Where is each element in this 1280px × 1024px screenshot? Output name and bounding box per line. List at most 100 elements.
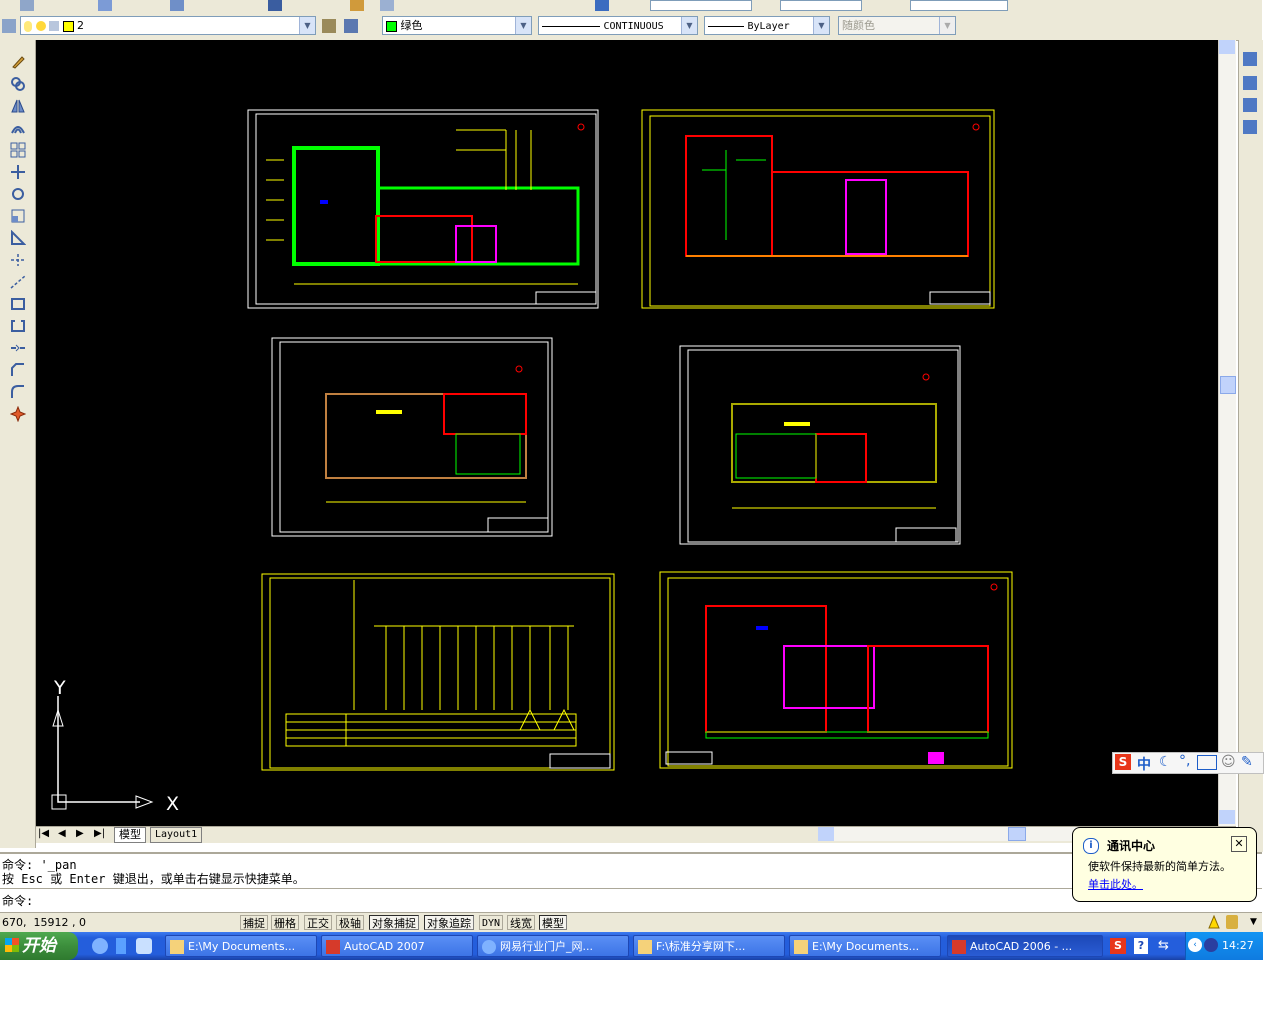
- network-icon[interactable]: ⇆: [1158, 938, 1169, 953]
- bring-above-icon[interactable]: [1243, 98, 1257, 112]
- pan-icon[interactable]: [350, 0, 364, 11]
- print-icon[interactable]: [98, 0, 112, 11]
- chevron-down-icon[interactable]: ▼: [681, 17, 697, 34]
- scroll-thumb[interactable]: [1220, 376, 1236, 394]
- lineweight-combo[interactable]: ByLayer ▼: [704, 16, 830, 35]
- move-icon[interactable]: [10, 164, 26, 180]
- help-icon[interactable]: ?: [1134, 938, 1148, 954]
- moon-icon[interactable]: ☾: [1159, 754, 1172, 770]
- task-explorer-1[interactable]: E:\My Documents...: [165, 935, 317, 957]
- model-button[interactable]: 模型: [539, 915, 567, 930]
- stretch-icon[interactable]: [10, 229, 27, 246]
- task-browser[interactable]: 网易行业门户_网...: [477, 935, 629, 957]
- lineweight-button[interactable]: 线宽: [507, 915, 535, 930]
- dimstyle-combo[interactable]: [780, 0, 862, 11]
- properties-icon[interactable]: [595, 0, 609, 11]
- undo-icon[interactable]: [268, 0, 282, 11]
- make-current-icon[interactable]: [322, 19, 336, 33]
- sogou-icon[interactable]: S: [1115, 754, 1131, 770]
- drawing-sheet-4[interactable]: [679, 345, 961, 545]
- chevron-down-icon[interactable]: ▼: [515, 17, 531, 34]
- task-autocad-2007[interactable]: AutoCAD 2007: [321, 935, 473, 957]
- bring-to-front-icon[interactable]: [1243, 52, 1257, 66]
- scroll-left-button[interactable]: [818, 827, 834, 841]
- command-prompt[interactable]: 命令:: [2, 892, 33, 909]
- linetype-combo[interactable]: CONTINUOUS ▼: [538, 16, 698, 35]
- ime-mode-chinese[interactable]: 中: [1137, 754, 1151, 774]
- hscroll-thumb[interactable]: [1008, 827, 1026, 841]
- scroll-down-button[interactable]: [1219, 810, 1235, 824]
- tray-expand-icon[interactable]: ‹: [1188, 938, 1202, 952]
- chamfer-icon[interactable]: [10, 362, 26, 378]
- join-icon[interactable]: [10, 340, 26, 356]
- open-icon[interactable]: [20, 0, 34, 11]
- grid-button[interactable]: 栅格: [271, 915, 299, 930]
- statusbar-menu-icon[interactable]: ▼: [1250, 917, 1257, 927]
- textstyle-combo[interactable]: [650, 0, 752, 11]
- polar-button[interactable]: 极轴: [336, 915, 364, 930]
- scale-icon[interactable]: [10, 208, 26, 224]
- soft-keyboard-icon[interactable]: [1197, 755, 1217, 770]
- prev-tab-icon[interactable]: ◀: [58, 828, 66, 839]
- warning-icon[interactable]: [1208, 914, 1220, 929]
- task-label: F:\标准分享网下...: [656, 940, 746, 953]
- copy-icon[interactable]: [10, 76, 26, 92]
- drawing-sheet-2[interactable]: [641, 109, 995, 309]
- next-tab-icon[interactable]: ▶: [76, 828, 84, 839]
- tray-app-icon[interactable]: [1204, 938, 1218, 952]
- close-icon[interactable]: ✕: [1231, 836, 1247, 852]
- explode-icon[interactable]: [9, 405, 27, 423]
- send-to-back-icon[interactable]: [1243, 76, 1257, 90]
- vertical-scrollbar[interactable]: [1218, 40, 1236, 826]
- user-icon[interactable]: ☺: [1221, 754, 1236, 770]
- chevron-down-icon[interactable]: ▼: [813, 17, 829, 34]
- dyn-button[interactable]: DYN: [479, 915, 504, 930]
- extend-icon[interactable]: [10, 274, 26, 290]
- send-under-icon[interactable]: [1243, 120, 1257, 134]
- break-icon[interactable]: [10, 296, 26, 312]
- punctuation-icon[interactable]: °,: [1179, 753, 1190, 769]
- wrench-icon[interactable]: ✎: [1241, 754, 1253, 770]
- layer-manager-icon[interactable]: [2, 19, 16, 33]
- drawing-sheet-5[interactable]: [261, 573, 615, 771]
- task-explorer-2[interactable]: F:\标准分享网下...: [633, 935, 785, 957]
- trim-icon[interactable]: [10, 252, 26, 268]
- layer-previous-icon[interactable]: [344, 19, 358, 33]
- mirror-icon[interactable]: [10, 98, 26, 114]
- drawing-sheet-6[interactable]: [659, 571, 1013, 769]
- fillet-icon[interactable]: [10, 384, 26, 400]
- quicklaunch-icon-2[interactable]: [116, 938, 126, 954]
- layer-combo[interactable]: 2 ▼: [20, 16, 316, 35]
- first-tab-icon[interactable]: |◀: [38, 828, 49, 839]
- drawing-sheet-1[interactable]: [247, 109, 599, 309]
- task-autocad-2006[interactable]: AutoCAD 2006 - ...: [947, 935, 1103, 957]
- balloon-link[interactable]: 单击此处。: [1088, 876, 1143, 892]
- lock-icon[interactable]: [1226, 915, 1238, 929]
- erase-icon[interactable]: [10, 54, 26, 70]
- break-at-point-icon[interactable]: [10, 318, 26, 334]
- ie-quicklaunch-icon[interactable]: [92, 938, 108, 954]
- drawing-canvas[interactable]: Y X: [36, 40, 1218, 826]
- offset-icon[interactable]: [10, 120, 26, 136]
- drawing-sheet-3[interactable]: [271, 337, 553, 537]
- cut-icon[interactable]: [170, 0, 184, 11]
- osnap-button[interactable]: 对象捕捉: [369, 915, 419, 930]
- snap-button[interactable]: 捕捉: [240, 915, 268, 930]
- tab-layout1[interactable]: Layout1: [150, 827, 203, 843]
- zoom-icon[interactable]: [380, 0, 394, 11]
- chevron-down-icon[interactable]: ▼: [299, 17, 315, 34]
- quicklaunch-icon-3[interactable]: [136, 938, 152, 954]
- last-tab-icon[interactable]: ▶|: [94, 828, 105, 839]
- start-button[interactable]: 开始: [0, 932, 78, 960]
- task-explorer-3[interactable]: E:\My Documents...: [789, 935, 941, 957]
- otrack-button[interactable]: 对象追踪: [424, 915, 474, 930]
- array-icon[interactable]: [10, 142, 26, 158]
- ortho-button[interactable]: 正交: [304, 915, 332, 930]
- rotate-icon[interactable]: [10, 186, 26, 202]
- color-combo[interactable]: 绿色 ▼: [382, 16, 532, 35]
- tab-model[interactable]: 模型: [114, 827, 146, 843]
- sogou-tray-icon[interactable]: S: [1110, 938, 1126, 954]
- tablestyle-combo[interactable]: [910, 0, 1008, 11]
- scroll-up-button[interactable]: [1219, 40, 1235, 54]
- clock[interactable]: 14:27: [1222, 939, 1254, 952]
